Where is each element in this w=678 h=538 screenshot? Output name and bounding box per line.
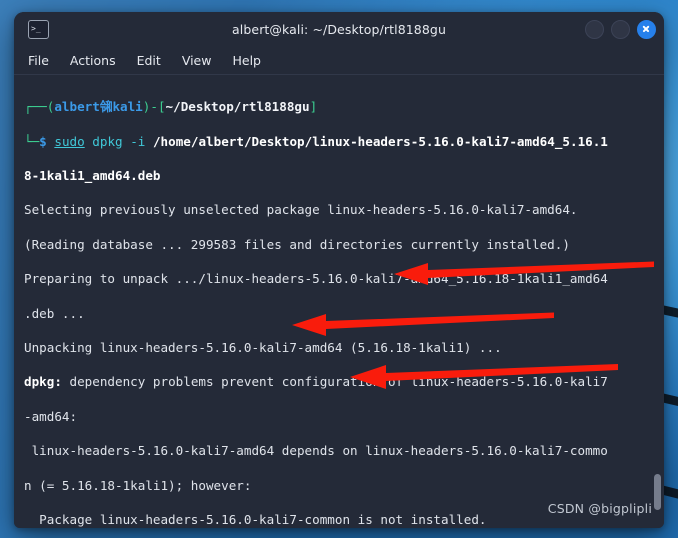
prompt-branch-bottom: └─ xyxy=(24,133,40,149)
minimize-button[interactable] xyxy=(585,19,604,39)
prompt-dollar: $ xyxy=(39,133,47,149)
output-line: Selecting previously unselected package … xyxy=(24,202,578,218)
command-program: dpkg -i xyxy=(92,133,146,149)
command-line: └─$ sudo dpkg -i /home/albert/Desktop/li… xyxy=(24,133,664,150)
terminal-text: ┌──(albert㋿kali)-[~/Desktop/rtl8188gu] └… xyxy=(14,79,664,528)
menu-bar: File Actions Edit View Help xyxy=(14,46,664,75)
menu-item-file[interactable]: File xyxy=(26,52,51,69)
output-line: -amd64: xyxy=(24,408,78,424)
command-gap2 xyxy=(145,134,153,149)
menu-item-help[interactable]: Help xyxy=(230,52,263,69)
command-argument-wrap: 8-1kali1_amd64.deb xyxy=(24,167,161,183)
window-title-bar[interactable]: albert@kali: ~/Desktop/rtl8188gu xyxy=(14,12,664,46)
menu-item-edit[interactable]: Edit xyxy=(135,52,163,69)
output-dpkg-rest: dependency problems prevent configuratio… xyxy=(61,374,608,390)
prompt-branch-top: ┌── xyxy=(24,99,47,115)
output-line-dpkg-dependency: dpkg: dependency problems prevent config… xyxy=(24,373,664,390)
terminal-window[interactable]: albert@kali: ~/Desktop/rtl8188gu File Ac… xyxy=(14,12,664,528)
terminal-icon xyxy=(28,19,49,39)
output-line: .deb ... xyxy=(24,305,85,321)
command-sudo: sudo xyxy=(54,133,85,149)
output-line: (Reading database ... 299583 files and d… xyxy=(24,236,570,252)
prompt-host: kali xyxy=(112,99,143,115)
window-title: albert@kali: ~/Desktop/rtl8188gu xyxy=(232,21,446,37)
output-line: linux-headers-5.16.0-kali7-amd64 depends… xyxy=(24,443,608,459)
command-argument: /home/albert/Desktop/linux-headers-5.16.… xyxy=(152,133,608,149)
output-line: Preparing to unpack .../linux-headers-5.… xyxy=(24,271,608,287)
window-controls xyxy=(585,19,656,39)
prompt-paren-close: )-[ xyxy=(142,99,166,115)
output-dpkg-prefix: dpkg: xyxy=(24,374,62,390)
menu-item-view[interactable]: View xyxy=(180,52,214,69)
output-line: Unpacking linux-headers-5.16.0-kali7-amd… xyxy=(24,339,502,355)
prompt-user: albert xyxy=(54,99,100,115)
scrollbar-thumb[interactable] xyxy=(654,474,661,510)
prompt-line-top: ┌──(albert㋿kali)-[~/Desktop/rtl8188gu] xyxy=(24,98,664,115)
prompt-separator-icon: ㋿ xyxy=(99,99,113,115)
maximize-button[interactable] xyxy=(611,19,630,39)
watermark: CSDN @bigplipli xyxy=(547,501,652,516)
prompt-path: ~/Desktop/rtl8188gu xyxy=(165,99,310,115)
terminal-output-area[interactable]: ┌──(albert㋿kali)-[~/Desktop/rtl8188gu] └… xyxy=(14,75,664,528)
prompt-bracket-close: ] xyxy=(309,99,318,115)
output-line: n (= 5.16.18-1kali1); however: xyxy=(24,477,252,493)
command-line-wrap: 8-1kali1_amd64.deb xyxy=(24,167,664,184)
vertical-scrollbar[interactable] xyxy=(653,77,662,526)
menu-item-actions[interactable]: Actions xyxy=(68,52,118,69)
close-button[interactable] xyxy=(637,19,656,39)
desktop-wallpaper: albert@kali: ~/Desktop/rtl8188gu File Ac… xyxy=(0,0,678,538)
